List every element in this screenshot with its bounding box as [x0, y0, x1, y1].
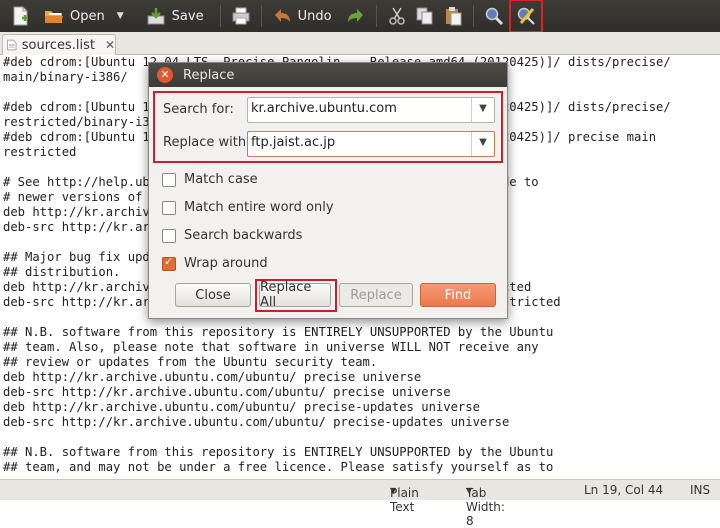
match-case-checkbox[interactable]: Match case: [162, 172, 258, 187]
replace-all-button[interactable]: Replace All: [259, 280, 331, 310]
new-document-icon: [13, 6, 28, 26]
replace-label: Replace with:: [163, 135, 251, 150]
toolbar-separator: [472, 5, 474, 27]
new-button[interactable]: [6, 2, 34, 30]
search-input[interactable]: kr.archive.ubuntu.com ▼: [247, 97, 495, 123]
chevron-down-icon[interactable]: ▼: [471, 132, 494, 156]
replace-input-value: ftp.jaist.ac.jp: [251, 135, 336, 150]
save-label: Save: [171, 8, 204, 24]
search-backwards-checkbox[interactable]: Search backwards: [162, 228, 302, 243]
find-replace-icon: [517, 7, 535, 25]
cursor-position: Ln 19, Col 44: [584, 483, 664, 497]
open-label: Open: [70, 8, 105, 24]
insert-mode: INS: [690, 483, 711, 497]
undo-label: Undo: [297, 8, 332, 24]
tab-sources-list[interactable]: sources.list ✕: [2, 34, 116, 55]
wrap-around-label: Wrap around: [184, 256, 268, 271]
find-button[interactable]: Find: [420, 283, 496, 307]
chevron-down-icon: ▼: [466, 486, 473, 495]
print-button[interactable]: [227, 2, 255, 30]
checkbox-box[interactable]: [162, 228, 176, 243]
search-input-value: kr.archive.ubuntu.com: [251, 101, 397, 116]
replace-button[interactable]: Replace: [339, 283, 413, 307]
undo-button[interactable]: Undo: [268, 2, 336, 30]
checkbox-box[interactable]: [162, 172, 176, 187]
text-file-icon: [7, 39, 17, 51]
search-replace-fields: Search for: kr.archive.ubuntu.com ▼ Repl…: [153, 91, 503, 163]
editor-line: ## N.B. software from this repository is…: [3, 445, 554, 459]
match-word-checkbox[interactable]: Match entire word only: [162, 200, 334, 215]
dialog-titlebar: ✕ Replace: [149, 63, 507, 87]
paste-icon: [445, 7, 462, 26]
replace-input[interactable]: ftp.jaist.ac.jp ▼: [247, 131, 495, 157]
save-button[interactable]: Save: [142, 2, 208, 30]
checkbox-box-checked[interactable]: [162, 255, 176, 271]
undo-icon: [274, 9, 290, 22]
find-button-toolbar[interactable]: [480, 2, 508, 30]
find-replace-button-toolbar[interactable]: [508, 0, 543, 33]
editor-line: ## N.B. software from this repository is…: [3, 325, 554, 339]
editor-line: ## team. Also, please note that software…: [3, 340, 539, 354]
paste-button[interactable]: [439, 2, 467, 30]
folder-open-icon: [45, 11, 63, 23]
checkbox-box[interactable]: [162, 200, 176, 215]
toolbar-separator: [375, 5, 377, 27]
status-bar: Plain Text ▼ Tab Width: 8 ▼ Ln 19, Col 4…: [0, 479, 720, 528]
tab-close-icon[interactable]: ✕: [105, 38, 115, 52]
scissors-icon: [388, 7, 405, 25]
wrap-around-checkbox[interactable]: Wrap around: [162, 255, 268, 271]
match-word-label: Match entire word only: [184, 200, 334, 215]
tab-bar: sources.list ✕: [0, 32, 720, 55]
redo-icon: [347, 9, 363, 22]
editor-line: deb-src http://kr.archive.ubuntu.com/ubu…: [3, 385, 451, 399]
dialog-title: Replace: [183, 67, 235, 83]
editor-line: deb http://kr.archive.ubuntu.com/ubuntu/…: [3, 370, 422, 384]
close-icon[interactable]: ✕: [157, 67, 173, 83]
toolbar-separator: [219, 5, 221, 27]
tab-title: sources.list: [21, 37, 95, 53]
print-icon: [232, 7, 250, 25]
toolbar-separator: [260, 5, 262, 27]
chevron-down-icon[interactable]: ▼: [471, 98, 494, 122]
replace-dialog: ✕ Replace Search for: kr.archive.ubuntu.…: [148, 62, 508, 319]
copy-icon: [416, 7, 433, 25]
chevron-down-icon: ▼: [390, 486, 397, 495]
match-case-label: Match case: [184, 172, 258, 187]
search-backwards-label: Search backwards: [184, 228, 303, 243]
editor-line: deb-src http://kr.archive.ubuntu.com/ubu…: [3, 415, 510, 429]
editor-line: ## review or updates from the Ubuntu sec…: [3, 355, 378, 369]
search-label: Search for:: [163, 102, 234, 117]
cut-button[interactable]: [383, 2, 411, 30]
editor-line: ## team, and may not be under a free lic…: [3, 460, 554, 474]
chevron-down-icon[interactable]: ▼: [117, 11, 124, 21]
close-button[interactable]: Close: [175, 283, 251, 307]
open-button[interactable]: Open ▼: [40, 2, 128, 30]
editor-line: deb http://kr.archive.ubuntu.com/ubuntu/…: [3, 400, 480, 414]
search-icon: [485, 7, 503, 26]
copy-button[interactable]: [411, 2, 439, 30]
save-icon: [147, 8, 165, 25]
redo-button[interactable]: [342, 2, 370, 30]
toolbar: Open ▼ Save Undo: [0, 0, 720, 33]
